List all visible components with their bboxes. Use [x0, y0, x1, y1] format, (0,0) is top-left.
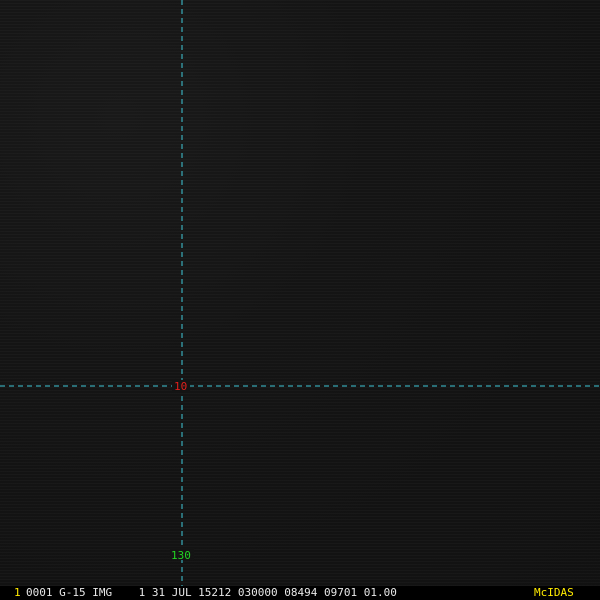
image-info-text: 0001 G-15 IMG 1 31 JUL 15212 030000 0849…	[26, 586, 397, 599]
map-grid-overlay: 10 130	[0, 0, 600, 586]
image-viewer[interactable]: 10 130 1 0001 G-15 IMG 1 31 JUL 15212 03…	[0, 0, 600, 600]
frame-number: 1	[14, 586, 21, 599]
status-bar: 1 0001 G-15 IMG 1 31 JUL 15212 030000 08…	[0, 586, 600, 600]
latitude-label: 10	[174, 380, 187, 393]
longitude-label: 130	[171, 549, 191, 562]
brand-label: McIDAS	[534, 586, 574, 599]
